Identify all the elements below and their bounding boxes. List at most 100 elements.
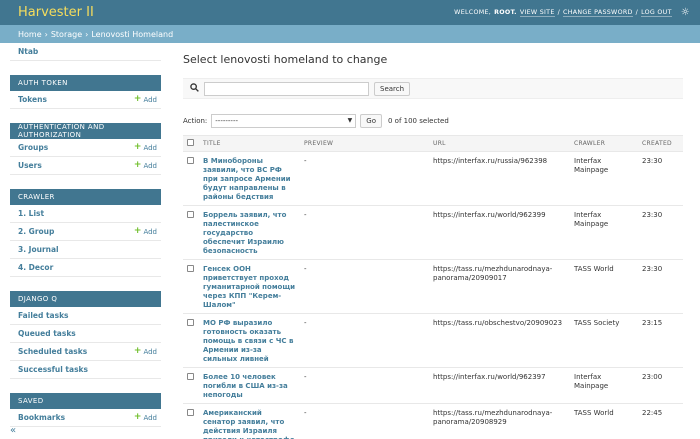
sidebar-item-label[interactable]: 1. List <box>18 209 44 218</box>
search-icon <box>190 82 199 95</box>
row-select-cell <box>183 151 199 206</box>
sidebar-item-1-list[interactable]: 1. List <box>10 205 161 223</box>
row-preview: - <box>300 403 429 439</box>
action-label: Action: <box>183 117 208 125</box>
module-caption[interactable]: SAVED <box>10 393 161 409</box>
view-site-link[interactable]: VIEW SITE <box>519 9 555 17</box>
sidebar-item-tokens[interactable]: Tokens + Add <box>10 91 161 109</box>
sidebar-item-label[interactable]: Bookmarks <box>18 413 65 422</box>
sidebar-item-users[interactable]: Users + Add <box>10 157 161 175</box>
sidebar-item-bookmarks[interactable]: Bookmarks + Add <box>10 409 161 427</box>
sidebar-item-ntab[interactable]: Ntab <box>10 43 161 61</box>
add-link[interactable]: + Add <box>134 227 157 236</box>
table-row: Боррель заявил, что палестинское государ… <box>183 205 683 260</box>
actions-bar: Action: --------- ▼ Go 0 of 100 selected <box>183 113 683 129</box>
column-header-preview[interactable]: PREVIEW <box>300 135 429 152</box>
module-caption[interactable]: CRAWLER <box>10 189 161 205</box>
row-checkbox[interactable] <box>187 409 194 416</box>
row-title[interactable]: Боррель заявил, что палестинское государ… <box>199 205 300 260</box>
search-input[interactable] <box>204 81 369 96</box>
row-title[interactable]: Более 10 человек погибли в США из-за неп… <box>199 367 300 404</box>
sidebar-item-scheduled-tasks[interactable]: Scheduled tasks + Add <box>10 343 161 361</box>
row-preview: - <box>300 367 429 404</box>
row-created: 23:00 <box>638 367 683 404</box>
module-caption[interactable]: AUTH TOKEN <box>10 75 161 91</box>
column-header-crawler[interactable]: CRAWLER <box>570 135 638 152</box>
row-title[interactable]: Американский сенатор заявил, что действи… <box>199 403 300 439</box>
sidebar-item-label[interactable]: Tokens <box>18 95 47 104</box>
sidebar-item-queued-tasks[interactable]: Queued tasks <box>10 325 161 343</box>
breadcrumb: Home › Storage › Lenovosti Homeland <box>0 25 700 43</box>
breadcrumb-home[interactable]: Home <box>18 30 42 39</box>
row-title[interactable]: Генсек ООН приветствует проход гуманитар… <box>199 259 300 314</box>
sidebar-item-label[interactable]: 2. Group <box>18 227 54 236</box>
add-link[interactable]: + Add <box>134 95 157 104</box>
column-header-created[interactable]: CREATED <box>638 135 683 152</box>
sidebar-item-label[interactable]: Queued tasks <box>18 329 76 338</box>
row-created: 23:30 <box>638 151 683 206</box>
add-link[interactable]: + Add <box>134 161 157 170</box>
site-header: Harvester II WELCOME, ROOT. VIEW SITE / … <box>0 0 700 25</box>
search-button[interactable]: Search <box>374 81 411 96</box>
row-title[interactable]: МО РФ выразило готовность оказать помощь… <box>199 313 300 368</box>
add-label: Add <box>143 143 157 152</box>
plus-icon: + <box>133 94 142 104</box>
sidebar-item-successful-tasks[interactable]: Successful tasks <box>10 361 161 379</box>
collapse-sidebar-toggle[interactable]: « <box>10 425 19 436</box>
row-crawler: TASS Society <box>570 313 638 368</box>
theme-toggle-icon[interactable]: ☼ <box>681 7 690 18</box>
row-checkbox[interactable] <box>187 265 194 272</box>
sidebar-item-label[interactable]: 3. Journal <box>18 245 59 254</box>
add-label: Add <box>143 95 157 104</box>
sidebar-item-label[interactable]: Successful tasks <box>18 365 88 374</box>
sidebar-item-failed-tasks[interactable]: Failed tasks <box>10 307 161 325</box>
sidebar-item-label[interactable]: 4. Decor <box>18 263 53 272</box>
go-button[interactable]: Go <box>360 114 382 128</box>
sidebar-item-3-journal[interactable]: 3. Journal <box>10 241 161 259</box>
row-crawler: Interfax Mainpage <box>570 205 638 260</box>
action-select[interactable]: --------- ▼ <box>211 114 357 128</box>
result-list: TITLE PREVIEW URL CRAWLER CREATED В Мино… <box>183 135 683 439</box>
page-title: Select lenovosti homeland to change <box>183 53 388 66</box>
add-link[interactable]: + Add <box>134 347 157 356</box>
logout-link[interactable]: LOG OUT <box>641 9 672 17</box>
breadcrumb-separator: › <box>85 29 89 39</box>
add-link[interactable]: + Add <box>134 413 157 422</box>
row-crawler: Interfax Mainpage <box>570 367 638 404</box>
module-authentication-and-authorization: AUTHENTICATION AND AUTHORIZATION Groups + A… <box>10 123 161 175</box>
add-link[interactable]: + Add <box>134 143 157 152</box>
breadcrumb-separator: › <box>44 29 48 39</box>
row-select-cell <box>183 403 199 439</box>
module-caption[interactable]: AUTHENTICATION AND AUTHORIZATION <box>10 123 161 139</box>
sidebar-item-label[interactable]: Groups <box>18 143 48 152</box>
sidebar-item-label[interactable]: Ntab <box>18 47 38 56</box>
change-password-link[interactable]: CHANGE PASSWORD <box>563 9 633 17</box>
module-caption[interactable]: DJANGO Q <box>10 291 161 307</box>
user-tools: WELCOME, ROOT. VIEW SITE / CHANGE PASSWO… <box>454 7 690 18</box>
sidebar-item-label[interactable]: Failed tasks <box>18 311 69 320</box>
column-header-title[interactable]: TITLE <box>199 135 300 152</box>
site-brand[interactable]: Harvester II <box>18 5 94 20</box>
sidebar-item-groups[interactable]: Groups + Add <box>10 139 161 157</box>
module-saved: SAVED Bookmarks + Add <box>10 393 161 427</box>
sidebar-item-label[interactable]: Users <box>18 161 42 170</box>
sidebar-item-4-decor[interactable]: 4. Decor <box>10 259 161 277</box>
plus-icon: + <box>133 226 142 236</box>
row-checkbox[interactable] <box>187 319 194 326</box>
row-title[interactable]: В Минобороны заявили, что ВС РФ при запр… <box>199 151 300 206</box>
row-checkbox[interactable] <box>187 373 194 380</box>
row-url: https://interfax.ru/world/962397 <box>429 367 570 404</box>
row-created: 23:15 <box>638 313 683 368</box>
row-checkbox[interactable] <box>187 211 194 218</box>
welcome-text: WELCOME, <box>454 9 492 16</box>
column-header-url[interactable]: URL <box>429 135 570 152</box>
sidebar-item-label[interactable]: Scheduled tasks <box>18 347 87 356</box>
select-all-checkbox[interactable] <box>187 139 194 146</box>
row-select-cell <box>183 367 199 404</box>
row-checkbox[interactable] <box>187 157 194 164</box>
breadcrumb-app[interactable]: Storage <box>51 30 82 39</box>
breadcrumb-current: Lenovosti Homeland <box>91 29 174 39</box>
sidebar-item-2-group[interactable]: 2. Group + Add <box>10 223 161 241</box>
action-select-value: --------- <box>215 117 239 125</box>
select-all-cell <box>183 135 199 152</box>
